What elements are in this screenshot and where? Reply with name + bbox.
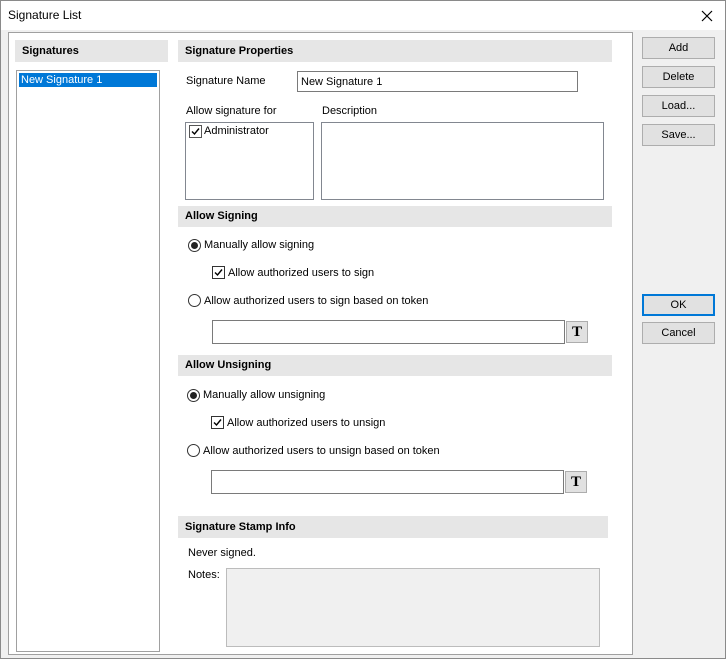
- allow-unsigning-header: Allow Unsigning: [178, 355, 612, 376]
- signature-list-item[interactable]: New Signature 1: [19, 73, 157, 87]
- authorized-sign-checkbox[interactable]: [212, 266, 225, 279]
- signature-status: Never signed.: [188, 547, 256, 559]
- allow-signature-for-label: Allow signature for: [186, 105, 277, 117]
- notes-label: Notes:: [188, 569, 220, 581]
- notes-field: [226, 568, 600, 647]
- checkmark-icon: [214, 269, 223, 277]
- window-title: Signature List: [8, 8, 82, 22]
- signing-token-button[interactable]: T: [566, 321, 588, 343]
- token-signing-label: Allow authorized users to sign based on …: [204, 295, 429, 307]
- manual-unsigning-radio[interactable]: [187, 389, 200, 402]
- authorized-unsign-checkbox[interactable]: [211, 416, 224, 429]
- authorized-sign-label: Allow authorized users to sign: [228, 267, 375, 279]
- text-token-icon: T: [571, 323, 582, 340]
- token-signing-radio[interactable]: [188, 294, 201, 307]
- checkmark-icon: [213, 419, 222, 427]
- ok-button[interactable]: OK: [642, 294, 715, 316]
- unsigning-token-button[interactable]: T: [565, 471, 587, 493]
- add-button[interactable]: Add: [642, 37, 715, 59]
- signatures-list[interactable]: New Signature 1: [16, 70, 160, 652]
- checkmark-icon: [191, 128, 200, 136]
- close-button[interactable]: [689, 1, 725, 30]
- signing-token-input[interactable]: [212, 320, 565, 344]
- text-token-icon: T: [570, 473, 581, 490]
- signature-list-dialog: Signature List Signatures New Signature …: [0, 0, 726, 659]
- cancel-button[interactable]: Cancel: [642, 322, 715, 344]
- unsigning-token-input[interactable]: [211, 470, 564, 494]
- save-button[interactable]: Save...: [642, 124, 715, 146]
- manual-signing-radio[interactable]: [188, 239, 201, 252]
- token-unsigning-label: Allow authorized users to unsign based o…: [203, 445, 440, 457]
- allow-signature-for-list[interactable]: Administrator: [185, 122, 314, 200]
- description-textarea[interactable]: [321, 122, 604, 200]
- manual-unsigning-label: Manually allow unsigning: [203, 389, 326, 401]
- description-label: Description: [322, 105, 378, 117]
- signature-name-input[interactable]: [297, 71, 578, 92]
- title-bar: Signature List: [1, 1, 725, 30]
- delete-button[interactable]: Delete: [642, 66, 715, 88]
- authorized-unsign-label: Allow authorized users to unsign: [227, 417, 386, 429]
- load-button[interactable]: Load...: [642, 95, 715, 117]
- signature-stamp-header: Signature Stamp Info: [178, 516, 608, 538]
- signature-properties-header: Signature Properties: [178, 40, 612, 62]
- signature-name-label: Signature Name: [186, 75, 266, 87]
- token-unsigning-radio[interactable]: [187, 444, 200, 457]
- close-icon: [701, 10, 713, 21]
- allow-signing-header: Allow Signing: [178, 206, 612, 227]
- signatures-header: Signatures: [15, 40, 168, 62]
- administrator-label: Administrator: [204, 125, 269, 137]
- administrator-checkbox[interactable]: [189, 125, 202, 138]
- manual-signing-label: Manually allow signing: [204, 239, 315, 251]
